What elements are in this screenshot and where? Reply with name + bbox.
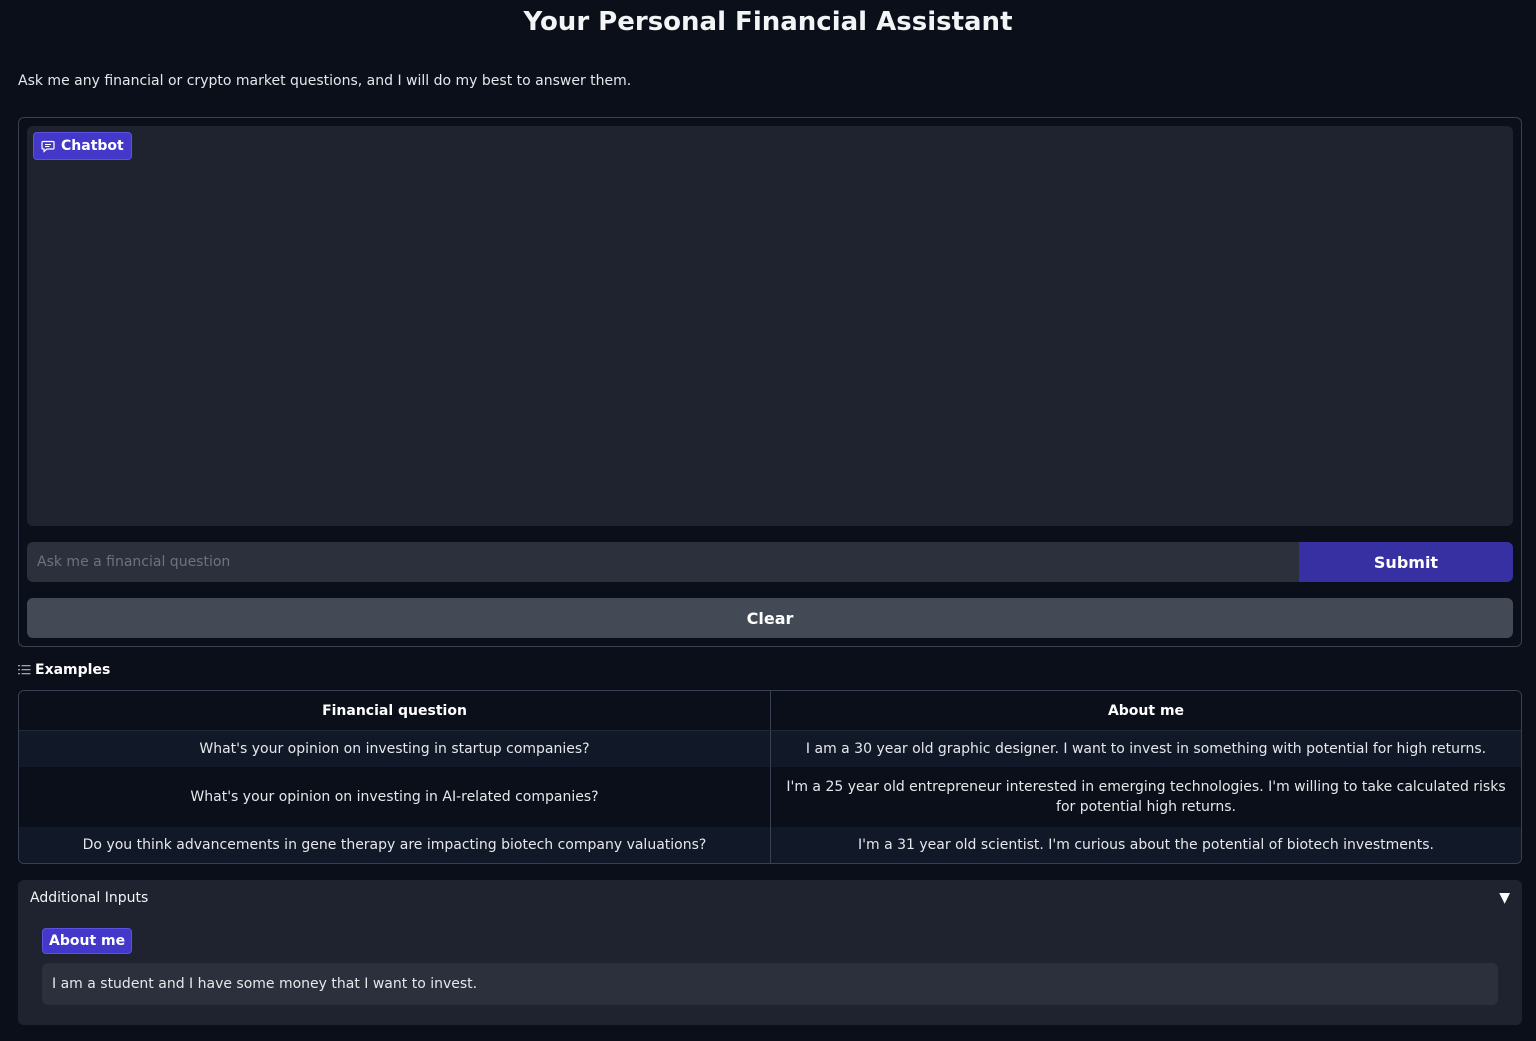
question-input[interactable] xyxy=(27,542,1299,582)
column-header-about-me: About me xyxy=(771,691,1521,731)
example-about-me-cell[interactable]: I am a 30 year old graphic designer. I w… xyxy=(771,731,1521,767)
example-row[interactable]: Do you think advancements in gene therap… xyxy=(19,827,1521,863)
question-input-row: Submit xyxy=(27,542,1513,582)
examples-header: Examples xyxy=(18,662,110,678)
example-question-cell[interactable]: What's your opinion on investing in star… xyxy=(19,731,771,767)
example-row[interactable]: What's your opinion on investing in AI-r… xyxy=(19,767,1521,827)
additional-inputs-label: Additional Inputs xyxy=(30,890,149,906)
example-about-me-cell[interactable]: I'm a 25 year old entrepreneur intereste… xyxy=(771,767,1521,827)
about-me-input[interactable] xyxy=(42,963,1498,1005)
column-header-financial-question: Financial question xyxy=(19,691,771,731)
clear-button[interactable]: Clear xyxy=(27,598,1513,638)
examples-label: Examples xyxy=(35,662,111,678)
examples-header-row: Financial question About me xyxy=(19,691,1521,731)
example-question-cell[interactable]: Do you think advancements in gene therap… xyxy=(19,827,771,863)
additional-inputs-toggle[interactable]: Additional Inputs ▼ xyxy=(30,890,1510,906)
about-me-label-badge: About me xyxy=(42,928,133,954)
example-question-cell[interactable]: What's your opinion on investing in AI-r… xyxy=(19,767,771,827)
caret-down-icon[interactable]: ▼ xyxy=(1499,890,1510,906)
chatbot-display: Chatbot xyxy=(27,126,1513,526)
page-description: Ask me any financial or crypto market qu… xyxy=(18,73,632,89)
example-row[interactable]: What's your opinion on investing in star… xyxy=(19,731,1521,767)
page-title: Your Personal Financial Assistant xyxy=(523,7,1013,37)
example-about-me-cell[interactable]: I'm a 31 year old scientist. I'm curious… xyxy=(771,827,1521,863)
examples-table: Financial question About me What's your … xyxy=(18,690,1522,864)
list-icon xyxy=(18,665,31,675)
submit-button[interactable]: Submit xyxy=(1299,542,1513,582)
chat-bubble-icon xyxy=(41,140,55,153)
chatbot-label: Chatbot xyxy=(61,138,124,154)
chatbot-label-badge: Chatbot xyxy=(33,132,132,160)
additional-inputs-panel: Additional Inputs ▼ About me xyxy=(18,880,1522,1025)
chat-panel: Chatbot Submit Clear xyxy=(18,117,1522,647)
